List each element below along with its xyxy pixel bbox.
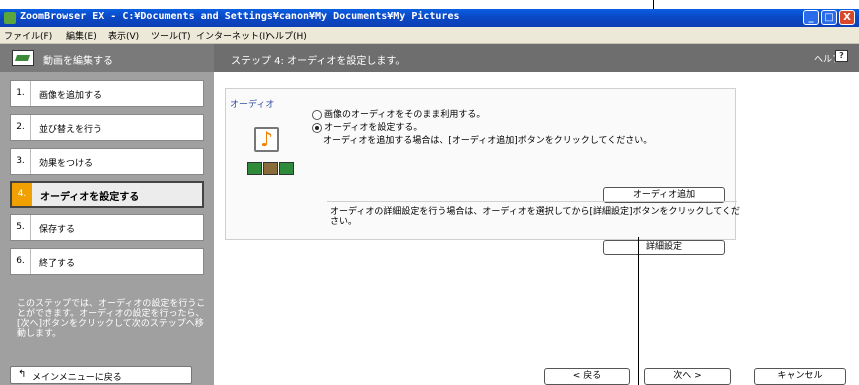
- return-arrow-icon: ↰: [18, 369, 27, 380]
- step-item-add-images[interactable]: 1. 画像を追加する: [10, 80, 204, 107]
- image-thumbnail-icon: [279, 162, 294, 175]
- option-set-audio-label: オーディオを設定する。: [324, 123, 423, 133]
- menu-edit[interactable]: 編集(E): [66, 29, 97, 42]
- step-item-audio[interactable]: 4. オーディオを設定する: [10, 181, 204, 208]
- back-to-main-menu-button[interactable]: ↰ メインメニューに戻る: [10, 366, 192, 384]
- menu-help[interactable]: ヘルプ(H): [266, 29, 307, 42]
- step-title: ステップ 4: オーディオを設定します。: [231, 56, 406, 67]
- step-number: 6.: [11, 249, 31, 274]
- left-panel-header: 動画を編集する: [0, 44, 214, 72]
- step-number: 4.: [12, 183, 32, 206]
- movie-edit-icon: [12, 50, 34, 66]
- menu-internet[interactable]: インターネット(I): [196, 29, 269, 42]
- option-keep-audio-label: 画像のオーディオをそのまま利用する。: [324, 110, 486, 120]
- step-number: 5.: [11, 215, 31, 240]
- left-panel: 動画を編集する 1. 画像を追加する 2. 並び替えを行う 3. 効果をつける …: [0, 44, 214, 385]
- help-icon[interactable]: ?: [835, 50, 848, 62]
- detail-settings-description: オーディオの詳細設定を行う場合は、オーディオを選択してから[詳細設定]ボタンをク…: [330, 207, 740, 227]
- right-panel-content: オーディオ ♪ 画像のオーディオをそのまま利用する。 オーディオを設定する。 オ…: [214, 72, 859, 385]
- set-audio-description: オーディオを追加する場合は、[オーディオ追加]ボタンをクリックしてください。: [323, 136, 653, 146]
- step-label: 並び替えを行う: [39, 125, 103, 135]
- divider: [327, 201, 737, 202]
- menu-bar: ファイル(F) 編集(E) 表示(V) ツール(T) インターネット(I) ヘル…: [0, 27, 859, 44]
- app-icon: [4, 12, 16, 24]
- audio-settings-box: オーディオ ♪ 画像のオーディオをそのまま利用する。 オーディオを設定する。 オ…: [225, 88, 740, 255]
- minimize-button[interactable]: _: [803, 10, 819, 25]
- right-panel-header: ステップ 4: オーディオを設定します。 ヘルプ ?: [214, 44, 859, 72]
- step-item-save[interactable]: 5. 保存する: [10, 214, 204, 241]
- music-note-icon: ♪: [254, 127, 279, 152]
- audio-section-label: オーディオ: [230, 100, 275, 110]
- title-bar[interactable]: ZoomBrowser EX - C:¥Documents and Settin…: [0, 9, 859, 27]
- option-keep-audio[interactable]: 画像のオーディオをそのまま利用する。: [312, 107, 485, 120]
- window-title: ZoomBrowser EX - C:¥Documents and Settin…: [20, 11, 460, 22]
- audio-envelope-icon: [263, 162, 278, 175]
- step-label: 画像を追加する: [39, 91, 103, 101]
- step-label: 効果をつける: [39, 159, 94, 169]
- close-button[interactable]: X: [839, 10, 855, 25]
- step-number: 3.: [11, 149, 31, 174]
- image-thumbnail-icon: [247, 162, 262, 175]
- step-label: オーディオを設定する: [40, 192, 140, 203]
- menu-file[interactable]: ファイル(F): [4, 29, 52, 42]
- next-button[interactable]: 次へ >: [644, 368, 731, 385]
- maximize-button[interactable]: □: [821, 10, 837, 25]
- step-item-finish[interactable]: 6. 終了する: [10, 248, 204, 275]
- step-number: 2.: [11, 115, 31, 140]
- step-item-reorder[interactable]: 2. 並び替えを行う: [10, 114, 204, 141]
- left-panel-title: 動画を編集する: [43, 56, 113, 67]
- step-label: 保存する: [39, 225, 76, 235]
- step-description: このステップでは、オーディオの設定を行うことができます。オーディオの設定を行った…: [17, 299, 206, 339]
- menu-tools[interactable]: ツール(T): [151, 29, 191, 42]
- radio-set-audio[interactable]: [312, 122, 322, 133]
- step-item-effects[interactable]: 3. 効果をつける: [10, 148, 204, 175]
- menu-view[interactable]: 表示(V): [108, 29, 139, 42]
- cancel-button[interactable]: キャンセル: [754, 368, 846, 385]
- callout-line-top: [653, 0, 654, 9]
- back-button[interactable]: < 戻る: [544, 368, 630, 385]
- radio-keep-audio[interactable]: [312, 109, 322, 120]
- back-to-main-menu-label: メインメニューに戻る: [32, 373, 122, 383]
- callout-line-bottom: [638, 237, 639, 385]
- option-set-audio[interactable]: オーディオを設定する。: [312, 120, 422, 133]
- step-label: 終了する: [39, 259, 76, 269]
- detail-settings-button[interactable]: 詳細設定: [603, 240, 725, 255]
- step-number: 1.: [11, 81, 31, 106]
- app-window: ZoomBrowser EX - C:¥Documents and Settin…: [0, 9, 859, 385]
